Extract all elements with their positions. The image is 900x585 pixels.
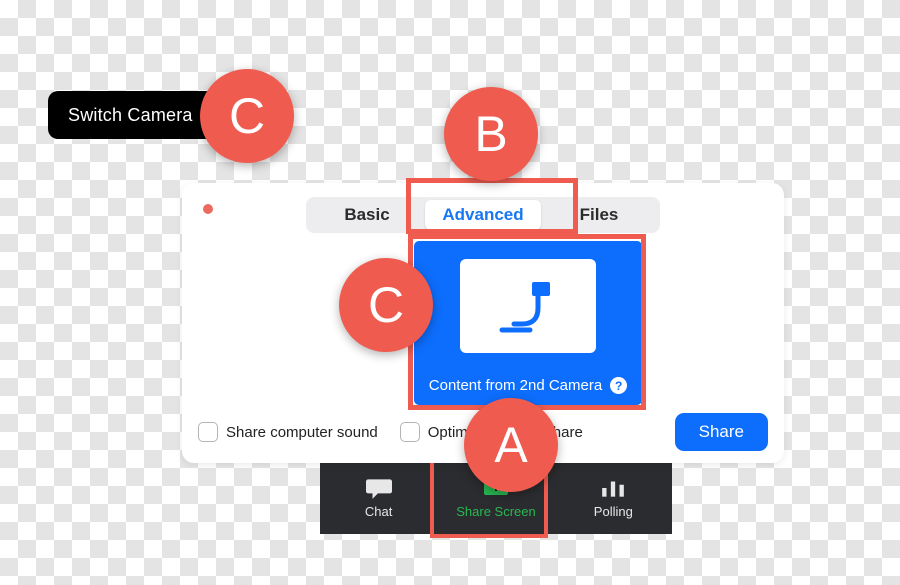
checkbox-box [198,422,218,442]
share-options-row: Share computer sound Optimize Screen Sha… [198,413,768,451]
optimize-label: Optimize Screen Share [428,424,583,441]
share-tabstrip: Basic Advanced Files [306,197,660,233]
share-screen-dialog: Basic Advanced Files Content from 2nd Ca… [182,183,784,463]
second-camera-card[interactable]: Content from 2nd Camera ? [414,241,642,405]
toolbar-share-screen[interactable]: Share Screen [437,462,554,534]
share-computer-sound-checkbox[interactable]: Share computer sound [198,422,378,442]
share-sound-label: Share computer sound [226,424,378,441]
switch-camera-button[interactable]: Switch Camera [48,91,219,139]
checkbox-box [400,422,420,442]
chat-icon [366,477,392,499]
share-button[interactable]: Share [675,413,768,451]
callout-b-advanced: B [444,87,538,181]
toolbar-share-screen-label: Share Screen [456,504,536,519]
toolbar-polling-label: Polling [594,504,633,519]
toolbar-chat-label: Chat [365,504,392,519]
meeting-toolbar: Chat Share Screen Polling [320,462,672,534]
second-camera-label: Content from 2nd Camera [429,377,602,394]
share-screen-icon [483,477,509,499]
second-camera-thumb [460,259,596,353]
doc-camera-icon [498,276,558,336]
tab-basic[interactable]: Basic [309,200,425,230]
polling-icon [600,477,626,499]
tab-advanced[interactable]: Advanced [425,200,541,230]
tab-files[interactable]: Files [541,200,657,230]
toolbar-chat[interactable]: Chat [320,462,437,534]
help-icon[interactable]: ? [610,377,627,394]
window-close-dot[interactable] [203,204,213,214]
toolbar-polling[interactable]: Polling [555,462,672,534]
optimize-checkbox[interactable]: Optimize Screen Share [400,422,583,442]
